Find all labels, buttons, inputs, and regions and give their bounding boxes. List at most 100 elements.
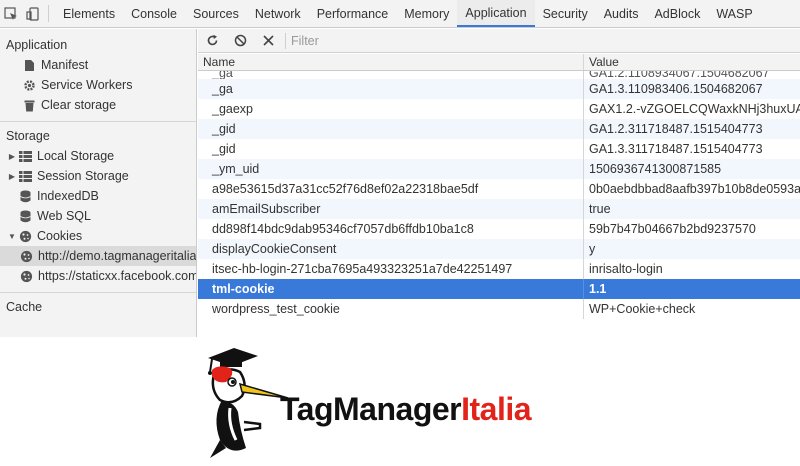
tagmanageritalia-logo: TagManagerItalia: [200, 340, 620, 462]
table-row[interactable]: itsec-hb-login-271cba7695a493323251a7de4…: [198, 259, 800, 279]
sidebar-cookie-site[interactable]: http://demo.tagmanageritalia.it: [0, 246, 196, 266]
cell-value: GA1.2.1108934067.1504682067: [589, 71, 770, 79]
tab-audits[interactable]: Audits: [596, 0, 647, 27]
close-icon[interactable]: [254, 29, 282, 53]
device-icon[interactable]: [22, 0, 44, 27]
cell-value: GA1.3.110983406.1504682067: [589, 82, 763, 96]
database-icon: [18, 189, 32, 203]
table-row[interactable]: _gid GA1.3.311718487.1515404773: [198, 139, 800, 159]
cell-value: 1506936741300871585: [589, 162, 722, 176]
cookies-table: Name Value _ga GA1.2.1108934067.15046820…: [198, 54, 800, 337]
expand-arrow-right-icon[interactable]: ▶: [6, 152, 18, 161]
cell-name: amEmailSubscriber: [198, 199, 584, 219]
tab-elements[interactable]: Elements: [55, 0, 123, 27]
sidebar-divider: [0, 292, 196, 293]
sidebar-item-cookies[interactable]: ▼ Cookies: [0, 226, 196, 246]
cell-name: a98e53615d37a31cc52f76d8ef02a22318bae5df: [198, 179, 584, 199]
sidebar-item-label: IndexedDB: [37, 189, 99, 203]
sidebar-item-label: https://staticxx.facebook.com: [38, 269, 197, 283]
cell-value: GA1.2.311718487.1515404773: [589, 122, 763, 136]
inspect-icon[interactable]: [0, 0, 22, 27]
column-header-value[interactable]: Value: [584, 54, 800, 70]
table-row[interactable]: wordpress_test_cookie WP+Cookie+check: [198, 299, 800, 319]
tab-adblock[interactable]: AdBlock: [646, 0, 708, 27]
tab-memory[interactable]: Memory: [396, 0, 457, 27]
woodpecker-mascot-icon: [208, 348, 289, 458]
tab-sources[interactable]: Sources: [185, 0, 247, 27]
cell-name: _gid: [198, 139, 584, 159]
gear-icon: [22, 78, 36, 92]
logo-text-red: Italia: [461, 391, 532, 427]
tab-application[interactable]: Application: [457, 0, 535, 27]
cell-value: 59b7b47b04667b2bd9237570: [589, 222, 756, 236]
table-row[interactable]: _gaexp GAX1.2.-vZGOELCQWaxkNHj3huxUA.1: [198, 99, 800, 119]
logo-text: TagManagerItalia: [280, 391, 532, 428]
sidebar-item-label: Cookies: [37, 229, 83, 243]
cell-name: itsec-hb-login-271cba7695a493323251a7de4…: [198, 259, 584, 279]
logo-text-dark: TagManager: [280, 391, 462, 427]
sidebar-item-label: Local Storage: [37, 149, 115, 163]
cell-value: inrisalto-login: [589, 262, 663, 276]
tab-wasp[interactable]: WASP: [708, 0, 760, 27]
database-icon: [18, 209, 32, 223]
tab-console[interactable]: Console: [123, 0, 185, 27]
cell-name: _ga: [198, 71, 584, 79]
table-row[interactable]: displayCookieConsent y: [198, 239, 800, 259]
cell-value: GAX1.2.-vZGOELCQWaxkNHj3huxUA.1: [589, 102, 800, 116]
sidebar-heading-application: Application: [6, 38, 68, 52]
refresh-icon[interactable]: [198, 29, 226, 53]
cell-name: _ym_uid: [198, 159, 584, 179]
sidebar-item-label: http://demo.tagmanageritalia.it: [38, 249, 197, 263]
cookie-icon: [18, 229, 32, 243]
tab-network[interactable]: Network: [247, 0, 309, 27]
document-icon: [22, 58, 36, 72]
application-sidebar: Application Manifest Service Workers Clear…: [0, 29, 197, 337]
sidebar-item-label: Session Storage: [37, 169, 129, 183]
sidebar-item-clear-storage[interactable]: Clear storage: [0, 95, 196, 115]
cookie-icon: [20, 249, 33, 263]
expand-arrow-right-icon[interactable]: ▶: [6, 172, 18, 181]
sidebar-heading-storage: Storage: [6, 129, 50, 143]
sidebar-item-service-workers[interactable]: Service Workers: [0, 75, 196, 95]
sidebar-item-manifest[interactable]: Manifest: [0, 55, 196, 75]
sidebar-item-label: Manifest: [41, 58, 89, 72]
grid-icon: [18, 169, 32, 183]
cell-name: displayCookieConsent: [198, 239, 584, 259]
column-header-name[interactable]: Name: [198, 54, 584, 70]
devtools-tab-bar: Elements Console Sources Network Performance…: [0, 0, 800, 28]
sidebar-item-web-sql[interactable]: Web SQL: [0, 206, 196, 226]
cell-value: true: [589, 202, 611, 216]
table-row[interactable]: tml-cookie 1.1: [198, 279, 800, 299]
table-header: Name Value: [198, 54, 800, 71]
filter-separator: [285, 32, 286, 49]
cell-value: WP+Cookie+check: [589, 302, 696, 316]
sidebar-heading-cache: Cache: [6, 300, 43, 314]
expand-arrow-down-icon[interactable]: ▼: [6, 232, 18, 241]
sidebar-item-local-storage[interactable]: ▶ Local Storage: [0, 146, 196, 166]
tab-performance[interactable]: Performance: [309, 0, 397, 27]
sidebar-item-label: Web SQL: [37, 209, 91, 223]
table-row[interactable]: a98e53615d37a31cc52f76d8ef02a22318bae5df…: [198, 179, 800, 199]
sidebar-cookie-site[interactable]: https://staticxx.facebook.com: [0, 266, 196, 286]
toolbar-separator: [48, 5, 49, 22]
table-row[interactable]: _ga GA1.2.1108934067.1504682067: [198, 71, 800, 79]
sidebar-item-session-storage[interactable]: ▶ Session Storage: [0, 166, 196, 186]
table-row[interactable]: amEmailSubscriber true: [198, 199, 800, 219]
cell-value: GA1.3.311718487.1515404773: [589, 142, 763, 156]
tab-security[interactable]: Security: [535, 0, 596, 27]
table-row[interactable]: _ga GA1.3.110983406.1504682067: [198, 79, 800, 99]
sidebar-item-indexeddb[interactable]: IndexedDB: [0, 186, 196, 206]
filter-input[interactable]: [291, 31, 800, 50]
clear-icon[interactable]: [226, 29, 254, 53]
cell-name: wordpress_test_cookie: [198, 299, 584, 319]
cell-name: _ga: [198, 79, 584, 99]
table-row[interactable]: _gid GA1.2.311718487.1515404773: [198, 119, 800, 139]
cell-value: 0b0aebdbbad8aafb397b10b8de0593a6: [589, 182, 800, 196]
table-row[interactable]: _ym_uid 1506936741300871585: [198, 159, 800, 179]
sidebar-divider: [0, 121, 196, 122]
trash-icon: [22, 98, 36, 112]
cell-value: y: [589, 242, 596, 256]
cell-value: 1.1: [589, 282, 607, 296]
sidebar-item-label: Clear storage: [41, 98, 117, 112]
table-row[interactable]: dd898f14bdc9dab95346cf7057db6ffdb10ba1c8…: [198, 219, 800, 239]
